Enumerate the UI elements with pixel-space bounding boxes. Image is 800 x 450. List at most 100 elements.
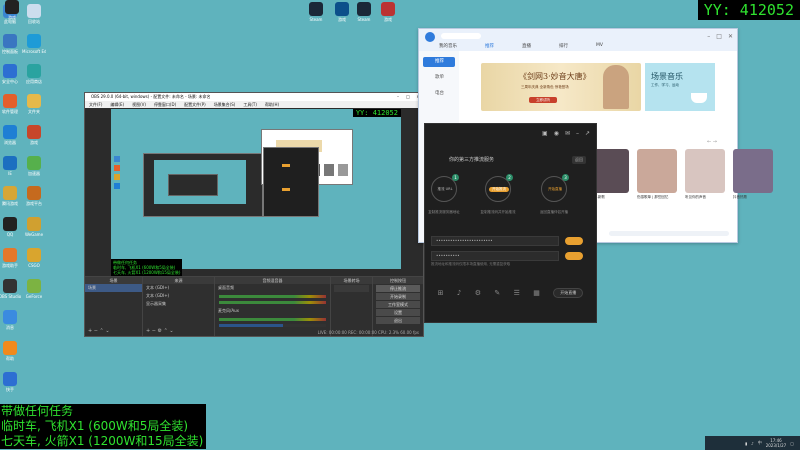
settings-button[interactable]: 设置	[376, 309, 420, 316]
next-arrow-icon[interactable]: ← →	[707, 139, 717, 145]
edit-icon[interactable]: ✎	[494, 289, 500, 297]
obs-window[interactable]: OBS 29.0.0 (64-bit, windows) - 配置文件: 未命名…	[84, 92, 424, 337]
menu-item[interactable]: 文件(F)	[89, 101, 102, 108]
stream-key-field[interactable]: ••••••••••	[431, 251, 559, 261]
grid-icon[interactable]: ▦	[533, 289, 540, 297]
desktop-icon[interactable]: 游戏	[22, 125, 46, 145]
desktop-icon[interactable]: QQ	[0, 217, 22, 237]
copy-url-button[interactable]	[565, 237, 583, 245]
desktop-icon[interactable]: 浏览器	[0, 125, 22, 145]
tab-live[interactable]: 直播	[522, 43, 531, 49]
close-icon[interactable]: ✕	[728, 33, 733, 40]
stop-stream-button[interactable]: 停止推流	[376, 285, 420, 292]
exit-button[interactable]: 退出	[376, 317, 420, 324]
obs-titlebar[interactable]: OBS 29.0.0 (64-bit, windows) - 配置文件: 未命名…	[85, 93, 423, 101]
stream-url-field[interactable]: ••••••••••••••••••••••••	[431, 236, 559, 246]
layout-icon[interactable]: ⊞	[438, 289, 444, 297]
desktop-icon[interactable]: 控制面板	[0, 34, 22, 54]
desktop-icon[interactable]: WeGame	[22, 217, 46, 237]
promo-banner[interactable]: 《剑网3·妙音大唐》 三周年庆典 全新角色 惊艳登场 立即试听	[481, 63, 641, 111]
gift-icon[interactable]: ▣	[542, 130, 548, 137]
source-item[interactable]: 显示器采集	[143, 300, 214, 308]
desktop-icon[interactable]: Microsoft Edge	[22, 34, 46, 54]
audio-slider[interactable]	[219, 324, 326, 327]
menu-icon[interactable]: ☰	[514, 289, 520, 297]
desktop-icon[interactable]: 安全中心	[0, 64, 22, 84]
music-card[interactable]: 伤感歌单 | 那些回忆	[637, 149, 677, 200]
network-icon[interactable]: ▮	[745, 441, 747, 446]
player-bar[interactable]	[609, 231, 729, 236]
tab-recommend[interactable]: 推荐	[485, 43, 494, 49]
desktop-icon[interactable]: 游戏平台	[22, 186, 46, 206]
copy-key-button[interactable]	[565, 252, 583, 260]
menu-item[interactable]: 配置文件(P)	[184, 101, 206, 108]
desktop-icon[interactable]: GeForce	[22, 279, 46, 299]
music-card[interactable]: 抖音热歌	[733, 149, 773, 200]
desktop-icon[interactable]: 帮助	[0, 341, 22, 361]
tab-mv[interactable]: MV	[596, 43, 603, 49]
tab-my-music[interactable]: 我的音乐	[439, 43, 457, 49]
sidebar-item-playlist[interactable]: 歌单	[423, 73, 455, 83]
source-item[interactable]: 文本 (GDI+)	[143, 292, 214, 300]
scene-item[interactable]: 场景	[85, 284, 142, 292]
stream-helper-window[interactable]: ▣ ◉ ✉ – ↗ 你的第三方推流服务 返回 1 推流 URL 2 开始推流 3…	[424, 123, 597, 323]
step-pill[interactable]: 开始直播	[545, 187, 565, 192]
desktop-icon[interactable]: 消息	[0, 310, 22, 330]
maximize-icon[interactable]: □	[716, 33, 722, 40]
menu-item[interactable]: 视图(V)	[132, 101, 146, 108]
desktop-icon-label: 控制面板	[2, 49, 18, 54]
minimize-icon[interactable]: –	[576, 130, 579, 137]
music-search-input[interactable]	[441, 33, 481, 39]
source-item[interactable]: 文本 (GDI+)	[143, 284, 214, 292]
desktop-icon[interactable]: 腾讯游戏	[0, 186, 22, 206]
clock[interactable]: 17:46 2023/1/27	[766, 438, 787, 448]
scene-add-icon[interactable]: + − ⌃ ⌄	[88, 328, 110, 334]
scene-music-banner[interactable]: 场景音乐 工作、学习、运动	[645, 63, 715, 111]
input-method-icon[interactable]: 中	[758, 440, 762, 446]
message-icon[interactable]: ✉	[565, 130, 570, 137]
desktop-icon[interactable]: 文件夹	[22, 94, 46, 114]
desktop-icon[interactable]: 游戏	[330, 2, 354, 22]
start-record-button[interactable]: 开始录制	[376, 293, 420, 300]
desktop-icon[interactable]: OBS Studio	[0, 279, 22, 299]
minimize-icon[interactable]: –	[393, 93, 403, 101]
desktop-icon[interactable]: 应用商店	[22, 64, 46, 84]
source-add-icon[interactable]: + − ⚙ ⌃ ⌄	[146, 328, 174, 334]
desktop-icon[interactable]: 游戏	[0, 0, 24, 20]
start-live-button[interactable]: 开始直播	[553, 288, 584, 298]
desktop-icon[interactable]: 加速器	[22, 156, 46, 176]
desktop-icon[interactable]: 游戏助手	[0, 248, 22, 268]
desktop-icon[interactable]: 回收站	[22, 4, 46, 24]
sidebar-item-radio[interactable]: 电台	[423, 89, 455, 99]
desktop-icon[interactable]: 软件管理	[0, 94, 22, 114]
desktop-icon[interactable]: 快手	[0, 372, 22, 392]
tab-rank[interactable]: 排行	[559, 43, 568, 49]
volume-icon[interactable]: ♪	[751, 441, 754, 446]
back-button[interactable]: 返回	[572, 156, 586, 164]
obs-preview[interactable]: YY: 412052	[111, 109, 401, 269]
effects-icon[interactable]: ⚙	[475, 289, 481, 297]
desktop-icon[interactable]: Steam	[352, 2, 376, 22]
minimize-icon[interactable]: –	[707, 33, 710, 40]
transition-select[interactable]	[334, 285, 369, 292]
desktop-icon[interactable]: 游戏	[376, 2, 400, 22]
desktop-icon[interactable]: IE	[0, 156, 22, 176]
user-icon[interactable]: ◉	[554, 130, 559, 137]
menu-item[interactable]: 场景集合(S)	[214, 101, 236, 108]
menu-item[interactable]: 帮助(H)	[265, 101, 279, 108]
banner-button[interactable]: 立即试听	[529, 97, 557, 103]
sidebar-item-recommend[interactable]: 推荐	[423, 57, 455, 67]
music-card[interactable]: 听见你的声音	[685, 149, 725, 200]
step-pill[interactable]: 开始推流	[489, 187, 509, 192]
studio-mode-button[interactable]: 工作室模式	[376, 301, 420, 308]
share-icon[interactable]: ↗	[585, 130, 590, 137]
menu-item[interactable]: 编辑(E)	[110, 101, 124, 108]
maximize-icon[interactable]: □	[403, 93, 413, 101]
desktop-icon[interactable]: CSGO	[22, 248, 46, 268]
music-icon[interactable]: ♪	[457, 289, 461, 297]
menu-item[interactable]: 停靠窗口(D)	[154, 101, 176, 108]
notification-icon[interactable]: ▢	[790, 441, 794, 446]
step-pill[interactable]: 推流 URL	[435, 187, 455, 192]
menu-item[interactable]: 工具(T)	[243, 101, 257, 108]
desktop-icon[interactable]: Steam	[304, 2, 328, 22]
